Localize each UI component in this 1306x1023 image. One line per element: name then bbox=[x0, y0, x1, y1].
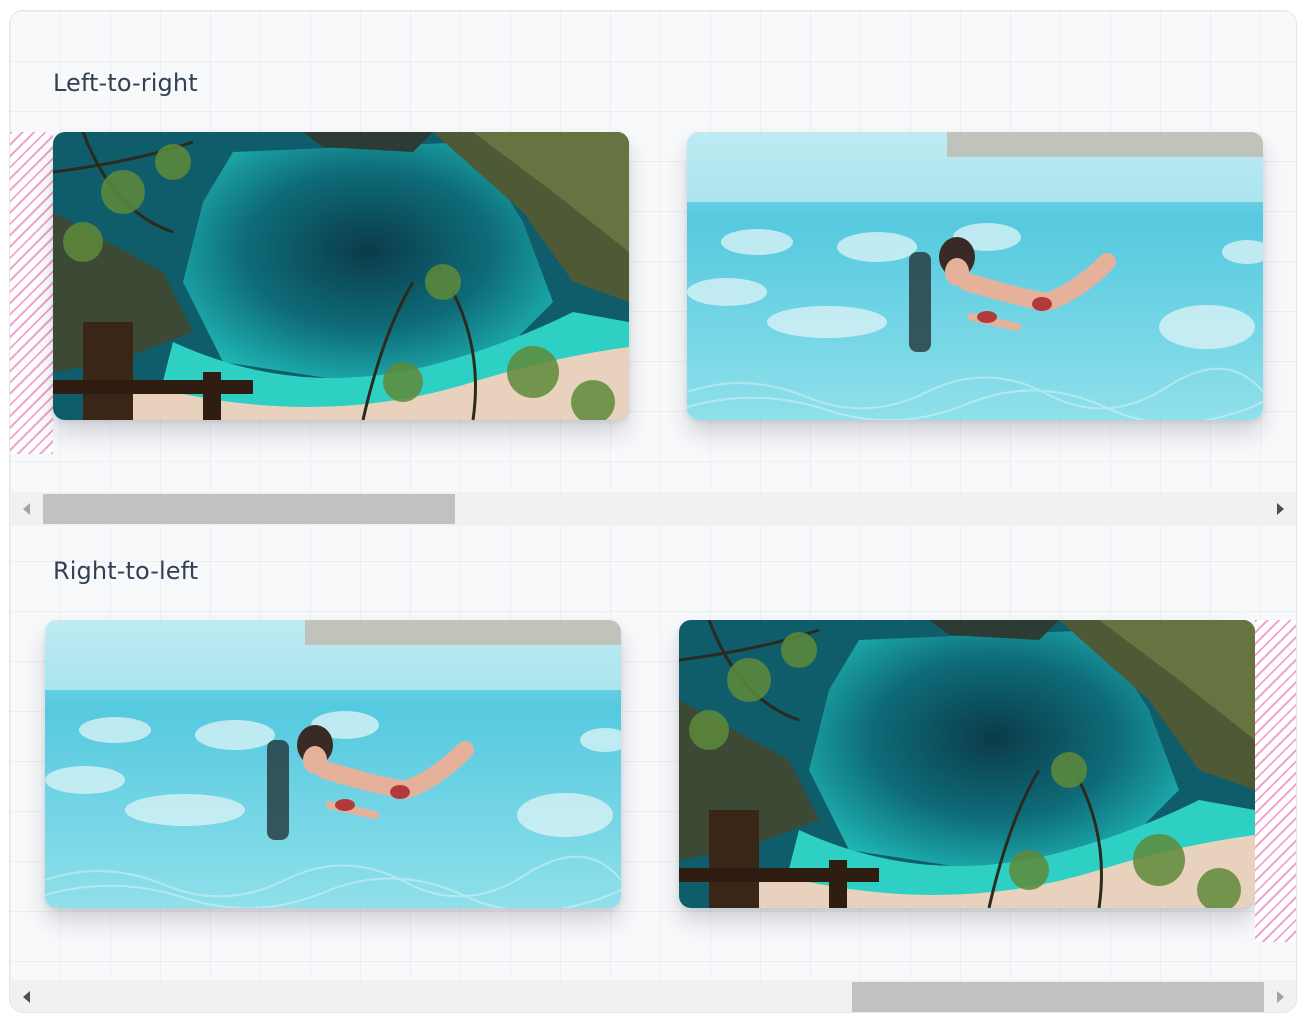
scrollbar-thumb[interactable] bbox=[852, 982, 1264, 1012]
section-label-rtl: Right-to-left bbox=[53, 557, 199, 585]
carousel-image-underwater[interactable] bbox=[687, 132, 1263, 420]
scrollbar-thumb[interactable] bbox=[43, 494, 455, 524]
horizontal-scrollbar-rtl[interactable] bbox=[10, 980, 1296, 1012]
scroll-right-button[interactable] bbox=[1266, 980, 1294, 1012]
scroll-padding-indicator-ltr bbox=[10, 132, 53, 454]
scroll-right-button[interactable] bbox=[1266, 492, 1294, 526]
chevron-left-icon bbox=[22, 991, 30, 1003]
chevron-left-icon bbox=[22, 503, 30, 515]
chevron-right-icon bbox=[1276, 503, 1284, 515]
scroll-left-button[interactable] bbox=[12, 492, 40, 526]
carousel-image-beach[interactable] bbox=[53, 132, 629, 420]
chevron-right-icon bbox=[1276, 991, 1284, 1003]
scroll-padding-indicator-rtl bbox=[1255, 620, 1296, 942]
horizontal-scrollbar-ltr[interactable] bbox=[10, 492, 1296, 526]
scroll-left-button[interactable] bbox=[12, 980, 40, 1012]
section-label-ltr: Left-to-right bbox=[53, 69, 198, 97]
demo-frame: Left-to-right Right-to-left bbox=[9, 10, 1297, 1013]
carousel-image-underwater[interactable] bbox=[45, 620, 621, 908]
carousel-image-beach[interactable] bbox=[679, 620, 1255, 908]
